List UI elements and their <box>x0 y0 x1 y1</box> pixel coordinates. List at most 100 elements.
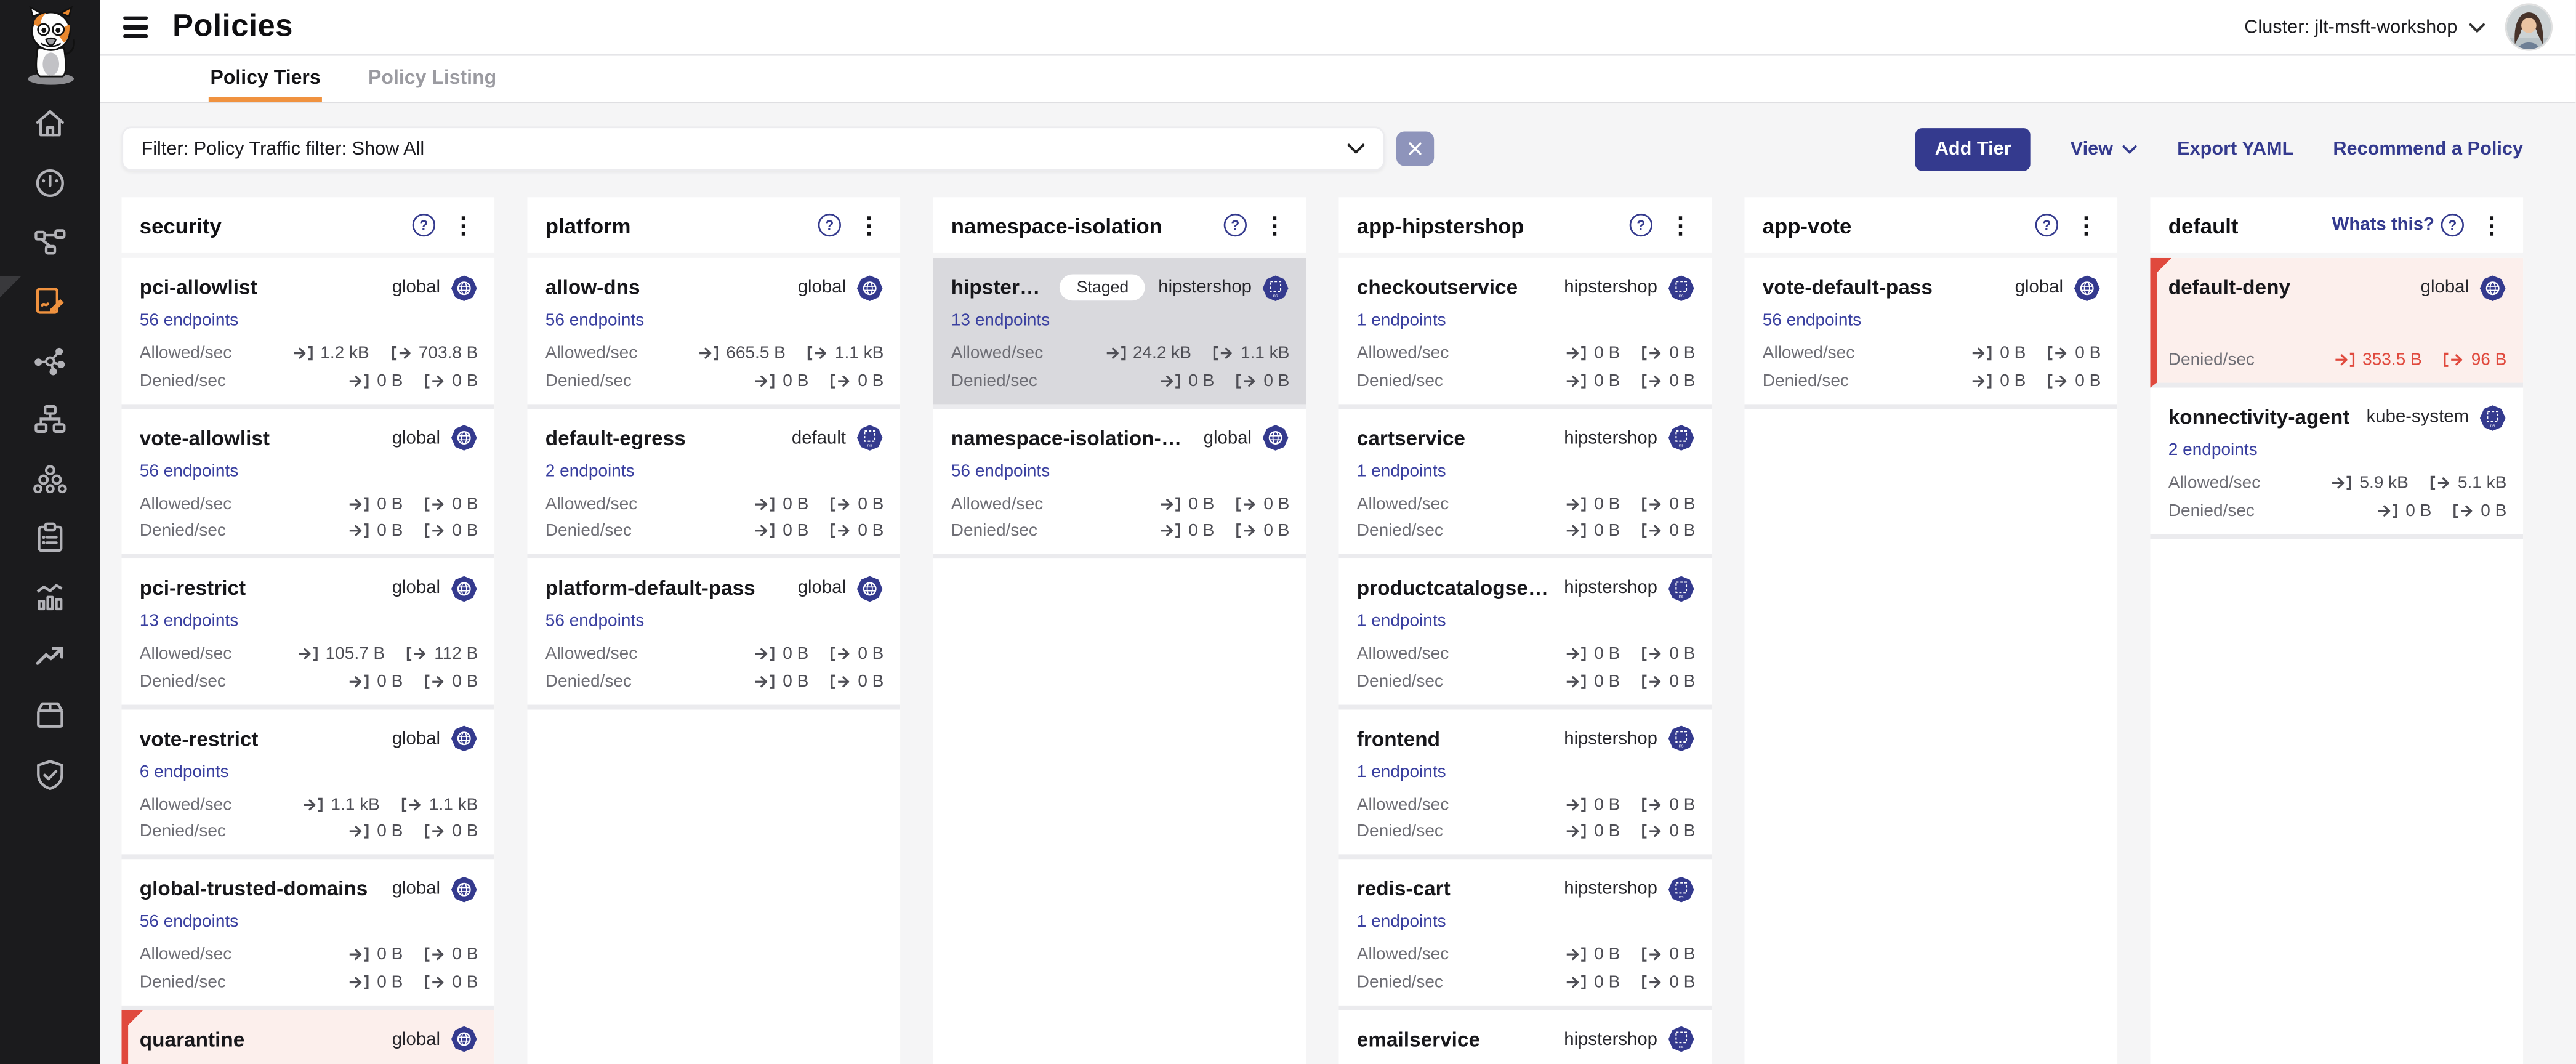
whats-this-link[interactable]: Whats this?? <box>2332 214 2464 236</box>
kebab-menu-icon[interactable]: ⋮ <box>1664 214 1697 236</box>
compliance-icon[interactable] <box>32 519 68 555</box>
endpoints-link[interactable]: 6 endpoints <box>140 762 229 781</box>
user-avatar[interactable] <box>2505 3 2553 50</box>
policy-card[interactable]: pci-allowlist global 56 endpoints Allowe… <box>121 258 494 408</box>
policy-card[interactable]: redis-cart hipstershop ns 1 endpoints Al… <box>1338 859 1712 1009</box>
endpoints-link[interactable]: 1 endpoints <box>1357 912 1446 932</box>
endpoints-link[interactable]: 1 endpoints <box>1357 310 1446 330</box>
endpoints-link[interactable]: 1 endpoints <box>1357 611 1446 631</box>
policy-card[interactable]: platform-default-pass global 56 endpoint… <box>527 558 900 709</box>
tier-name: namespace-isolation <box>951 213 1162 238</box>
dashboard-icon[interactable] <box>32 164 68 201</box>
traffic-row: Denied/sec0 B0 B <box>1357 972 1696 991</box>
view-menu-button[interactable]: View <box>2071 139 2138 158</box>
egress-arrow-icon <box>1213 345 1234 361</box>
ingress-value: 0 B <box>1566 521 1620 541</box>
policy-card[interactable]: global-trusted-domains global 56 endpoin… <box>121 859 494 1009</box>
endpoints-link[interactable]: 1 endpoints <box>1357 461 1446 480</box>
policy-card[interactable]: cartservice hipstershop ns 1 endpoints A… <box>1338 408 1712 558</box>
endpoints-link[interactable]: 56 endpoints <box>140 310 238 330</box>
trends-icon[interactable] <box>32 637 68 674</box>
policy-card[interactable]: default-deny global Denied/sec353.5 B96 … <box>2150 258 2523 388</box>
policy-card[interactable]: emailservice hipstershop ns 1 endpoints … <box>1338 1009 1712 1064</box>
question-icon: ? <box>1630 214 1652 236</box>
policy-card[interactable]: vote-default-pass global 56 endpoints Al… <box>1744 258 2117 408</box>
global-scope-icon <box>450 725 478 752</box>
chevron-down-icon <box>2123 143 2138 153</box>
kebab-menu-icon[interactable]: ⋮ <box>2476 214 2508 236</box>
endpoints-link[interactable]: 1 endpoints <box>1357 762 1446 781</box>
policy-card[interactable]: vote-allowlist global 56 endpoints Allow… <box>121 408 494 558</box>
egress-value: 0 B <box>2047 344 2101 363</box>
policy-card[interactable]: namespace-isolation-default-p… global 56… <box>933 408 1306 558</box>
whats-this-link[interactable]: ? <box>1217 214 1247 236</box>
endpoints-link[interactable]: 2 endpoints <box>2168 440 2258 460</box>
recommend-policy-button[interactable]: Recommend a Policy <box>2333 139 2523 158</box>
endpoints-link[interactable]: 56 endpoints <box>951 461 1050 480</box>
endpoints-link[interactable]: 56 endpoints <box>1763 310 1861 330</box>
egress-arrow-icon <box>830 646 851 663</box>
scope-label: kube-system <box>2367 408 2469 427</box>
policy-traffic-filter-select[interactable]: Filter: Policy Traffic filter: Show All <box>121 126 1385 171</box>
kebab-menu-icon[interactable]: ⋮ <box>447 214 480 236</box>
kebab-menu-icon[interactable]: ⋮ <box>1258 214 1291 236</box>
tab-policy-tiers[interactable]: Policy Tiers <box>209 56 323 102</box>
egress-arrow-icon <box>1641 973 1663 990</box>
whats-this-link[interactable]: ? <box>1623 214 1652 236</box>
endpoints-link[interactable]: 56 endpoints <box>545 611 644 631</box>
threat-defense-icon[interactable] <box>32 756 68 792</box>
policy-card[interactable]: hipstershop-gh… Staged hipstershop ns 13… <box>933 258 1306 408</box>
traffic-label: Denied/sec <box>1357 371 1443 390</box>
whats-this-link[interactable]: ? <box>406 214 435 236</box>
kebab-menu-icon[interactable]: ⋮ <box>2070 214 2103 236</box>
packages-icon[interactable] <box>32 696 68 733</box>
policy-card[interactable]: allow-dns global 56 endpoints Allowed/se… <box>527 258 900 408</box>
global-scope-icon <box>2073 273 2101 301</box>
egress-arrow-icon <box>390 345 412 361</box>
whats-this-link[interactable]: ? <box>811 214 841 236</box>
traffic-row: Denied/sec0 B0 B <box>1357 521 1696 541</box>
traffic-stats: Allowed/sec105.7 B112 BDenied/sec0 B0 B <box>140 644 478 691</box>
egress-arrow-icon <box>1641 673 1663 690</box>
scope-label: global <box>392 428 440 448</box>
policy-card[interactable]: checkoutservice hipstershop ns 1 endpoin… <box>1338 258 1712 408</box>
egress-arrow-icon <box>2453 502 2474 518</box>
cluster-selector[interactable]: Cluster: jlt-msft-workshop <box>2244 17 2485 37</box>
policy-card[interactable]: frontend hipstershop ns 1 endpoints Allo… <box>1338 709 1712 859</box>
endpoints-link[interactable]: 13 endpoints <box>140 611 238 631</box>
traffic-row: Allowed/sec0 B0 B <box>140 494 478 514</box>
endpoints-link[interactable]: 56 endpoints <box>140 912 238 932</box>
policy-card[interactable]: quarantine global 0 endpoints <box>121 1009 494 1064</box>
whats-this-link[interactable]: ? <box>2029 214 2058 236</box>
chevron-down-icon <box>1347 143 1365 155</box>
endpoints-link[interactable]: 2 endpoints <box>545 461 635 480</box>
clear-filter-button[interactable] <box>1396 131 1434 166</box>
calico-cat-logo[interactable] <box>12 5 88 87</box>
export-yaml-button[interactable]: Export YAML <box>2177 139 2293 158</box>
endpoints-link[interactable]: 13 endpoints <box>951 310 1050 330</box>
policy-card[interactable]: konnectivity-agent kube-system ns 2 endp… <box>2150 388 2523 538</box>
menu-icon[interactable] <box>120 14 151 41</box>
service-graph-icon[interactable] <box>32 342 68 378</box>
policies-icon[interactable] <box>32 283 68 319</box>
policy-card[interactable]: productcatalogservice hipstershop ns 1 e… <box>1338 558 1712 709</box>
add-tier-button[interactable]: Add Tier <box>1915 127 2031 170</box>
statistics-icon[interactable] <box>32 578 68 615</box>
policy-card[interactable]: vote-restrict global 6 endpoints Allowed… <box>121 709 494 859</box>
kebab-menu-icon[interactable]: ⋮ <box>853 214 885 236</box>
policy-name: default-egress <box>545 426 686 449</box>
policy-card[interactable]: pci-restrict global 13 endpoints Allowed… <box>121 558 494 709</box>
endpoints-link[interactable]: 56 endpoints <box>140 461 238 480</box>
endpoints-link[interactable]: 56 endpoints <box>545 310 644 330</box>
sidebar <box>0 0 100 1064</box>
infrastructure-icon[interactable] <box>32 401 68 437</box>
clusters-icon[interactable] <box>32 460 68 496</box>
policy-card[interactable]: default-egress default ns 2 endpoints Al… <box>527 408 900 558</box>
tab-policy-listing[interactable]: Policy Listing <box>366 56 497 102</box>
ingress-value: 0 B <box>1566 344 1620 363</box>
ingress-arrow-icon <box>1566 522 1588 539</box>
policy-name: vote-default-pass <box>1763 276 1933 299</box>
traffic-label: Allowed/sec <box>951 344 1043 363</box>
network-topology-icon[interactable] <box>32 224 68 260</box>
home-icon[interactable] <box>32 105 68 142</box>
